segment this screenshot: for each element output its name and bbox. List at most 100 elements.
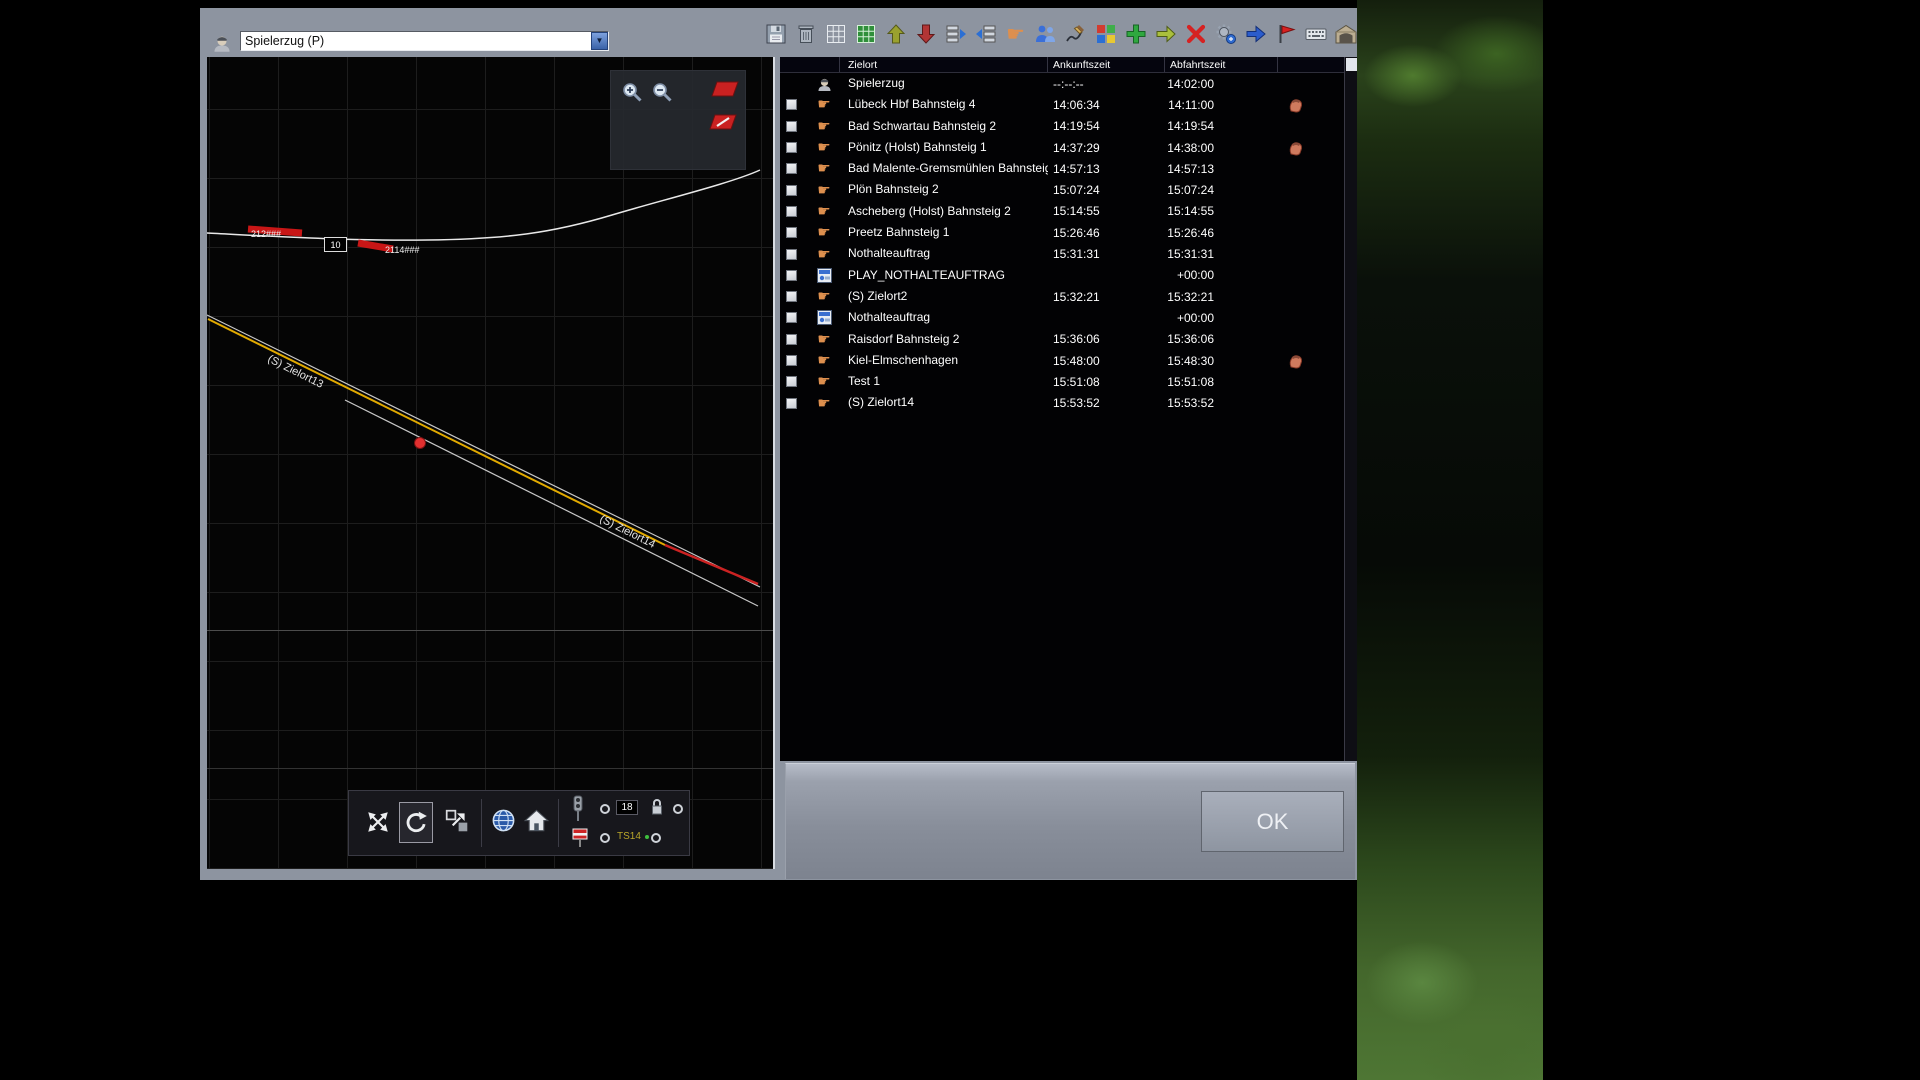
insert-row-icon	[944, 22, 968, 46]
row-checkbox[interactable]	[786, 249, 797, 260]
signal-radio-button[interactable]	[651, 833, 661, 843]
save-button[interactable]	[763, 21, 788, 47]
signal-name-label: TS14	[617, 831, 641, 842]
dropdown-arrow-button[interactable]: ▼	[591, 32, 608, 50]
add-entry-button[interactable]	[1123, 21, 1148, 47]
table-row[interactable]: ☛Ascheberg (Holst) Bahnsteig 215:14:5515…	[780, 201, 1357, 222]
edit-button[interactable]	[1063, 21, 1088, 47]
table-row[interactable]: Spielerzug--:--:--14:02:00	[780, 73, 1357, 94]
table-row[interactable]: ☛Pönitz (Holst) Bahnsteig 114:37:2914:38…	[780, 137, 1357, 158]
row-checkbox[interactable]	[786, 142, 797, 153]
row-checkbox[interactable]	[786, 270, 797, 281]
row-checkbox[interactable]	[786, 206, 797, 217]
jump-button[interactable]	[443, 807, 471, 835]
row-checkbox[interactable]	[786, 227, 797, 238]
row-checkbox[interactable]	[786, 185, 797, 196]
table-row[interactable]: ☛Kiel-Elmschenhagen15:48:0015:48:30	[780, 350, 1357, 371]
checkbox-cell	[780, 179, 808, 200]
zoom-in-button[interactable]	[619, 79, 645, 105]
flag-cell	[1278, 158, 1340, 179]
map-toolbar: 18 TS14	[348, 790, 690, 856]
row-checkbox[interactable]	[786, 312, 797, 323]
move-down-button[interactable]	[913, 21, 938, 47]
row-checkbox[interactable]	[786, 121, 797, 132]
signal-radio-button[interactable]	[600, 833, 610, 843]
row-checkbox[interactable]	[786, 376, 797, 387]
scrollbar-thumb[interactable]	[1346, 58, 1357, 71]
arrival-time: 15:36:06	[1048, 329, 1165, 350]
grid-active-button[interactable]	[853, 21, 878, 47]
extract-row-button[interactable]	[973, 21, 998, 47]
table-row[interactable]: ☛Plön Bahnsteig 215:07:2415:07:24	[780, 179, 1357, 200]
signal-button[interactable]	[571, 795, 585, 823]
table-row[interactable]: ☛Bad Malente-Gremsmühlen Bahnsteig14:57:…	[780, 158, 1357, 179]
signal-icon	[571, 795, 585, 823]
destination-label: (S) Zielort2	[840, 286, 1048, 307]
row-icon-cell	[808, 307, 840, 328]
train-selector[interactable]: Spielerzug (P) ▼	[240, 31, 609, 51]
header-departure[interactable]: Abfahrtszeit	[1165, 57, 1278, 72]
table-row[interactable]: ☛Preetz Bahnsteig 115:26:4615:26:46	[780, 222, 1357, 243]
signal-radio-button[interactable]	[600, 804, 610, 814]
mosaic-button[interactable]	[1093, 21, 1118, 47]
save-icon	[764, 22, 788, 46]
row-checkbox[interactable]	[786, 334, 797, 345]
passengers-button[interactable]	[1033, 21, 1058, 47]
lock-button[interactable]	[649, 797, 665, 817]
row-icon-cell: ☛	[808, 158, 840, 179]
hand-icon: ☛	[817, 374, 830, 389]
zoom-out-button[interactable]	[649, 79, 675, 105]
home-button[interactable]	[522, 805, 551, 835]
pan-button[interactable]	[363, 807, 393, 837]
zoom-in-icon	[621, 81, 643, 103]
flag-cell	[1278, 222, 1340, 243]
keypad-button[interactable]	[1303, 21, 1328, 47]
row-icon-cell: ☛	[808, 201, 840, 222]
red-marker-edit-button[interactable]	[707, 111, 739, 133]
row-checkbox[interactable]	[786, 99, 797, 110]
app-window: Spielerzug (P) ▼ ☛	[200, 8, 1357, 880]
grid-icon	[824, 22, 848, 46]
table-row[interactable]: ☛Nothalteauftrag15:31:3115:31:31	[780, 243, 1357, 264]
table-row[interactable]: ☛Bad Schwartau Bahnsteig 214:19:5414:19:…	[780, 116, 1357, 137]
move-up-icon	[884, 22, 908, 46]
enter-button[interactable]	[1243, 21, 1268, 47]
row-checkbox[interactable]	[786, 291, 797, 302]
flag-button[interactable]	[1273, 21, 1298, 47]
delete-entry-button[interactable]	[1183, 21, 1208, 47]
row-icon-cell: ☛	[808, 116, 840, 137]
signal-radio-button[interactable]	[673, 804, 683, 814]
table-row[interactable]: ☛Test 115:51:0815:51:08	[780, 371, 1357, 392]
table-scrollbar[interactable]	[1344, 57, 1357, 761]
depot-button[interactable]	[1333, 21, 1358, 47]
shunt-signal-button[interactable]	[571, 826, 589, 850]
delete-button[interactable]	[793, 21, 818, 47]
rotate-button[interactable]	[399, 802, 433, 843]
lock-icon	[649, 797, 665, 817]
goto-next-button[interactable]	[1153, 21, 1178, 47]
track-map[interactable]: 212### 10 2114### (S) Zielort13 (S) Ziel…	[207, 57, 775, 869]
move-up-button[interactable]	[883, 21, 908, 47]
pointer-button[interactable]: ☛	[1003, 21, 1028, 47]
table-row[interactable]: ☛(S) Zielort215:32:2115:32:21	[780, 286, 1357, 307]
row-checkbox[interactable]	[786, 355, 797, 366]
row-checkbox[interactable]	[786, 163, 797, 174]
checkbox-cell	[780, 307, 808, 328]
table-row[interactable]: Nothalteauftrag+00:00	[780, 307, 1357, 328]
checkbox-cell	[780, 265, 808, 286]
table-row[interactable]: PLAY_NOTHALTEAUFTRAG+00:00	[780, 265, 1357, 286]
table-row[interactable]: ☛Lübeck Hbf Bahnsteig 414:06:3414:11:00	[780, 94, 1357, 115]
red-marker-button[interactable]	[709, 79, 741, 99]
grid-button[interactable]	[823, 21, 848, 47]
globe-button[interactable]	[489, 806, 518, 835]
ok-button[interactable]: OK	[1201, 791, 1344, 852]
header-arrival[interactable]: Ankunftszeit	[1048, 57, 1165, 72]
row-checkbox[interactable]	[786, 398, 797, 409]
table-row[interactable]: ☛(S) Zielort1415:53:5215:53:52	[780, 392, 1357, 413]
insert-row-button[interactable]	[943, 21, 968, 47]
header-destination[interactable]: Zielort	[840, 57, 1048, 72]
table-row[interactable]: ☛Raisdorf Bahnsteig 215:36:0615:36:06	[780, 329, 1357, 350]
train-number-label: 2114###	[385, 245, 419, 255]
settings-button[interactable]	[1213, 21, 1238, 47]
row-icon-cell	[808, 265, 840, 286]
